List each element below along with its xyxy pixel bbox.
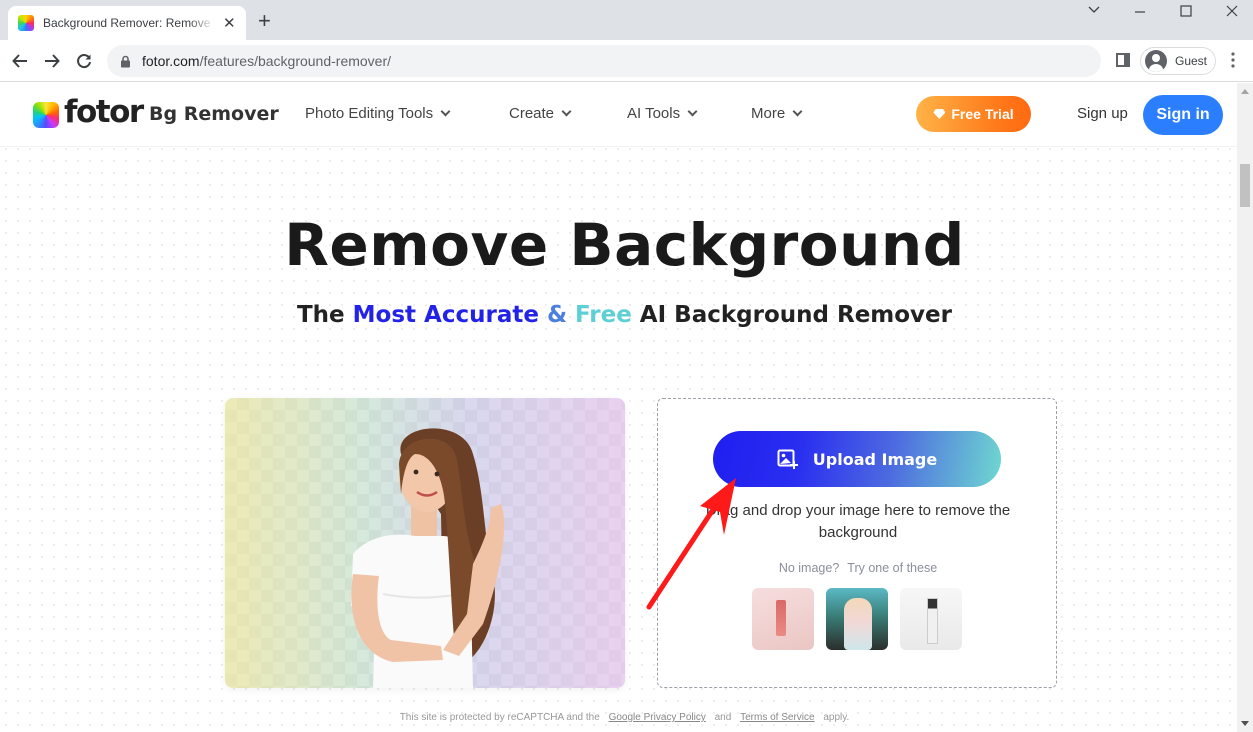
nav-create[interactable]: Create: [509, 105, 572, 122]
google-privacy-policy-link[interactable]: Google Privacy Policy: [609, 712, 706, 723]
terms-of-service-link[interactable]: Terms of Service: [740, 712, 814, 723]
chevron-down-icon: [792, 106, 803, 117]
nav-label: Photo Editing Tools: [305, 105, 434, 122]
subtitle-highlight-accurate: Most Accurate: [352, 302, 539, 328]
chevron-down-icon: [561, 106, 572, 117]
browser-tab-active[interactable]: Background Remover: Remove Background ✕: [8, 6, 246, 40]
demo-image-card: [225, 398, 625, 688]
scroll-down-arrow-icon[interactable]: [1241, 721, 1249, 726]
add-image-icon: [777, 449, 798, 469]
subtitle-highlight-and: &: [538, 302, 576, 328]
sample-image-woman[interactable]: [826, 588, 888, 650]
scroll-up-arrow-icon[interactable]: [1241, 89, 1249, 94]
side-panel-icon[interactable]: [1116, 53, 1130, 67]
site-header: fotor Bg Remover Photo Editing Tools Cre…: [0, 83, 1237, 147]
fotor-favicon-icon: [18, 15, 34, 31]
sign-in-button[interactable]: Sign in: [1143, 95, 1223, 135]
tab-search-chevron-icon[interactable]: [1079, 2, 1109, 21]
url-text: fotor.com/features/background-remover/: [142, 53, 391, 69]
upload-image-button[interactable]: Upload Image: [713, 431, 1001, 487]
sample-image-lipgloss[interactable]: [752, 588, 814, 650]
reload-icon: [77, 54, 91, 69]
address-bar[interactable]: fotor.com/features/background-remover/: [107, 45, 1101, 77]
recaptcha-prefix: This site is protected by reCAPTCHA and …: [399, 712, 600, 723]
nav-ai-tools[interactable]: AI Tools: [627, 105, 698, 122]
subtitle-part: The: [296, 302, 353, 328]
sample-image-perfume[interactable]: [900, 588, 962, 650]
nav-label: More: [751, 105, 786, 122]
tab-close-icon[interactable]: ✕: [223, 16, 236, 31]
profile-button[interactable]: Guest: [1140, 47, 1216, 75]
browser-menu-icon[interactable]: [1228, 52, 1238, 68]
forward-arrow-icon: [45, 54, 60, 68]
upload-dropzone[interactable]: Upload Image Drag and drop your image he…: [657, 398, 1057, 688]
url-host: fotor.com: [142, 53, 200, 69]
page-subtitle: The Most Accurate & Free AI Background R…: [0, 302, 1249, 328]
drag-drop-instructions: Drag and drop your image here to remove …: [705, 502, 1011, 541]
page-scrollbar[interactable]: [1237, 83, 1253, 732]
nav-more[interactable]: More: [751, 105, 803, 122]
browser-tab-bar: Background Remover: Remove Background ✕ …: [0, 0, 1253, 40]
fotor-logo-icon[interactable]: [33, 102, 59, 128]
free-trial-label: Free Trial: [951, 106, 1014, 122]
no-image-label: No image?: [778, 561, 840, 575]
upload-button-label: Upload Image: [812, 449, 938, 469]
profile-name: Guest: [1175, 54, 1208, 68]
subtitle-highlight-free: Free: [575, 302, 632, 328]
url-path: /features/background-remover/: [199, 53, 392, 69]
nav-label: Create: [509, 105, 555, 122]
try-these-label: Try one of these: [847, 561, 938, 575]
page-title: Remove Background: [284, 211, 965, 279]
chevron-down-icon: [687, 106, 698, 117]
sample-prompt: No image? Try one of these: [658, 561, 1058, 575]
recaptcha-middle: and: [714, 712, 732, 723]
maximize-button[interactable]: [1171, 4, 1201, 23]
chevron-down-icon: [440, 106, 451, 117]
free-trial-button[interactable]: Free Trial: [916, 96, 1031, 132]
scrollbar-thumb[interactable]: [1240, 164, 1250, 207]
diamond-icon: [933, 109, 946, 119]
reload-button[interactable]: [72, 49, 96, 73]
nav-label: AI Tools: [627, 105, 681, 122]
fotor-logo-text[interactable]: fotor: [64, 94, 144, 130]
back-button[interactable]: [8, 49, 32, 73]
close-window-button[interactable]: [1217, 4, 1247, 23]
forward-button[interactable]: [40, 49, 64, 73]
lock-icon: [121, 55, 130, 67]
avatar-icon: [1145, 50, 1167, 72]
minimize-button[interactable]: [1125, 4, 1155, 23]
page-viewport: fotor Bg Remover Photo Editing Tools Cre…: [0, 83, 1253, 732]
demo-person-image: [351, 428, 505, 688]
new-tab-button[interactable]: +: [258, 10, 271, 32]
sign-up-link[interactable]: Sign up: [1077, 105, 1128, 122]
subtitle-part: AI Background Remover: [631, 302, 952, 328]
recaptcha-suffix: apply.: [823, 712, 850, 723]
recaptcha-notice: This site is protected by reCAPTCHA and …: [0, 712, 1249, 723]
nav-photo-editing-tools[interactable]: Photo Editing Tools: [305, 105, 451, 122]
browser-toolbar: fotor.com/features/background-remover/ G…: [0, 40, 1253, 82]
product-name: Bg Remover: [149, 103, 279, 125]
tab-title: Background Remover: Remove Background: [43, 16, 215, 30]
back-arrow-icon: [12, 54, 27, 68]
